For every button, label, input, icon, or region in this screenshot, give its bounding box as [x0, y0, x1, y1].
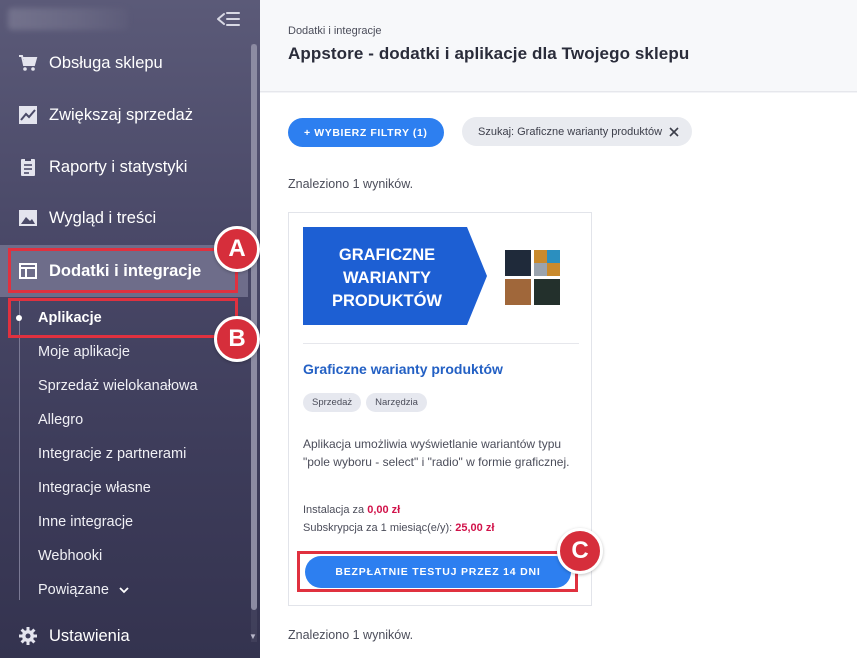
app-banner-image: GRAFICZNE WARIANTY PRODUKTÓW	[303, 227, 560, 325]
submenu-item-label: Powiązane	[38, 582, 109, 598]
banner-line-3: PRODUKTÓW	[332, 291, 442, 310]
sidebar-item-ustawienia[interactable]: Ustawienia	[0, 610, 248, 658]
subscription-price-value: 25,00 zł	[455, 522, 495, 534]
submenu-item-inne-integracje[interactable]: Inne integracje	[38, 505, 133, 539]
sidebar-item-zwiekszaj-sprzedaz[interactable]: Zwiększaj sprzedaż	[0, 89, 248, 141]
breadcrumb[interactable]: Dodatki i integracje	[288, 25, 382, 37]
card-divider	[303, 343, 579, 344]
choose-filters-button[interactable]: + WYBIERZ FILTRY (1)	[288, 118, 444, 147]
install-price: Instalacja za 0,00 zł	[303, 504, 400, 516]
clipboard-icon	[21, 158, 35, 176]
annotation-badge-c: C	[557, 528, 603, 574]
sidebar-item-raporty[interactable]: Raporty i statystyki	[0, 141, 248, 193]
store-logo	[8, 8, 128, 30]
app-card[interactable]: GRAFICZNE WARIANTY PRODUKTÓW Graficzne w…	[288, 212, 592, 606]
submenu-item-sprzedaz-wielokanalowa[interactable]: Sprzedaż wielokanałowa	[38, 369, 198, 403]
app-title[interactable]: Graficzne warianty produktów	[303, 361, 503, 377]
page-header: Dodatki i integracje Appstore - dodatki …	[260, 0, 857, 92]
sidebar-item-label: Ustawienia	[49, 626, 130, 645]
chart-icon	[19, 106, 37, 124]
image-icon	[19, 210, 37, 226]
banner-line-1: GRAFICZNE	[339, 246, 435, 264]
collapse-sidebar-icon[interactable]	[216, 10, 240, 28]
highlight-box-c	[297, 551, 578, 592]
sidebar-item-label: Raporty i statystyki	[49, 157, 188, 176]
search-filter-chip: Szukaj: Graficzne warianty produktów	[462, 117, 693, 146]
sidebar-item-label: Wygląd i treści	[49, 208, 157, 227]
chevron-down-icon	[119, 587, 129, 594]
close-icon[interactable]	[668, 126, 680, 138]
gear-icon	[19, 627, 37, 645]
subscription-price-label: Subskrypcja za 1 miesiąc(e/y):	[303, 522, 453, 534]
submenu-item-webhooki[interactable]: Webhooki	[38, 539, 102, 573]
annotation-badge-b: B	[214, 316, 260, 362]
sidebar-header	[0, 0, 260, 40]
app-description: Aplikacja umożliwia wyświetlanie wariant…	[303, 437, 570, 469]
install-price-label: Instalacja za	[303, 504, 365, 516]
sidebar-item-label: Obsługa sklepu	[49, 53, 163, 72]
highlight-box-b	[8, 298, 238, 338]
subscription-price: Subskrypcja za 1 miesiąc(e/y): 25,00 zł	[303, 522, 494, 534]
results-count-top: Znaleziono 1 wyników.	[288, 177, 414, 191]
submenu-item-powiazane[interactable]: Powiązane	[38, 573, 130, 607]
submenu-line	[19, 300, 20, 600]
submenu-item-moje-aplikacje[interactable]: Moje aplikacje	[38, 335, 130, 369]
app-tags: Sprzedaż Narzędzia	[303, 393, 427, 412]
tag-narzedzia: Narzędzia	[366, 393, 427, 412]
page-title: Appstore - dodatki i aplikacje dla Twoje…	[288, 44, 690, 63]
sidebar-item-obsluga-sklepu[interactable]: Obsługa sklepu	[0, 37, 248, 89]
tag-sprzedaz: Sprzedaż	[303, 393, 362, 412]
submenu-item-allegro[interactable]: Allegro	[38, 403, 83, 437]
results-count-bottom: Znaleziono 1 wyników.	[288, 628, 414, 642]
search-chip-label: Szukaj: Graficzne warianty produktów	[478, 125, 663, 138]
sidebar-item-wyglad[interactable]: Wygląd i treści	[0, 192, 248, 244]
sidebar-item-label: Zwiększaj sprzedaż	[49, 105, 193, 124]
highlight-box-a	[8, 248, 238, 293]
annotation-badge-a: A	[214, 226, 260, 272]
submenu-item-integracje-partnerzy[interactable]: Integracje z partnerami	[38, 437, 186, 471]
install-price-value: 0,00 zł	[367, 504, 401, 516]
scroll-down-icon[interactable]: ▼	[249, 632, 257, 641]
cart-icon	[19, 55, 38, 71]
banner-line-2: WARIANTY	[343, 269, 431, 287]
submenu-item-integracje-wlasne[interactable]: Integracje własne	[38, 471, 151, 505]
